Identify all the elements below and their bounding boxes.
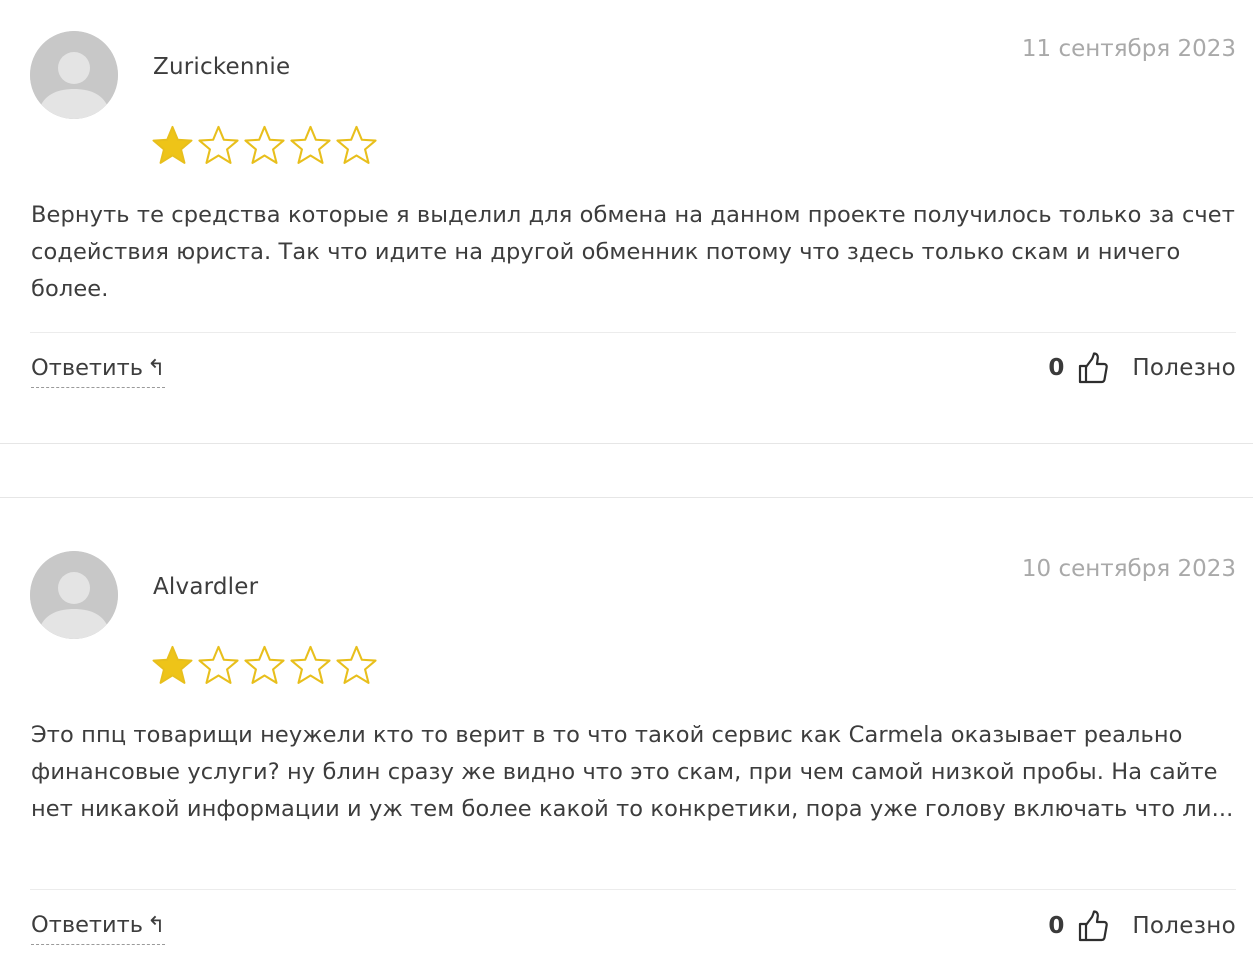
review-author: Alvardler xyxy=(153,574,259,600)
helpful-block: 0 Полезно xyxy=(1048,352,1236,384)
star-empty-icon xyxy=(290,645,331,684)
star-rating xyxy=(151,125,378,165)
thumbs-up-icon[interactable] xyxy=(1078,352,1109,384)
likes-count: 0 xyxy=(1048,913,1065,939)
review-card: Alvardler 10 сентября 2023 Это ппц товар… xyxy=(0,497,1253,968)
avatar xyxy=(30,31,118,119)
star-empty-icon xyxy=(290,125,331,164)
divider xyxy=(30,332,1236,333)
star-empty-icon xyxy=(336,645,377,684)
reply-label: Ответить xyxy=(31,912,144,938)
helpful-block: 0 Полезно xyxy=(1048,910,1236,942)
star-empty-icon xyxy=(244,645,285,684)
reply-label: Ответить xyxy=(31,355,144,381)
reply-arrow-icon: ↰ xyxy=(147,355,166,381)
review-author: Zurickennie xyxy=(153,54,291,80)
star-empty-icon xyxy=(244,125,285,164)
star-filled-icon xyxy=(152,645,193,684)
review-text: Вернуть те средства которые я выделил дл… xyxy=(31,202,1235,302)
star-rating xyxy=(151,645,378,685)
star-empty-icon xyxy=(198,645,239,684)
thumbs-up-icon[interactable] xyxy=(1078,910,1109,942)
reply-button[interactable]: Ответить ↰ xyxy=(31,355,166,388)
helpful-label: Полезно xyxy=(1132,355,1236,381)
default-user-avatar-icon xyxy=(30,31,118,119)
review-card: Zurickennie 11 сентября 2023 Вернуть те … xyxy=(0,0,1253,444)
star-filled-icon xyxy=(152,125,193,164)
star-empty-icon xyxy=(198,125,239,164)
review-date: 10 сентября 2023 xyxy=(1021,556,1236,582)
review-date: 11 сентября 2023 xyxy=(1021,36,1236,62)
default-user-avatar-icon xyxy=(30,551,118,639)
avatar xyxy=(30,551,118,639)
reply-arrow-icon: ↰ xyxy=(147,912,166,938)
review-text: Это ппц товарищи неужели кто то верит в … xyxy=(31,722,1234,822)
divider xyxy=(30,889,1236,890)
helpful-label: Полезно xyxy=(1132,913,1236,939)
star-empty-icon xyxy=(336,125,377,164)
likes-count: 0 xyxy=(1048,355,1065,381)
reply-button[interactable]: Ответить ↰ xyxy=(31,912,166,945)
